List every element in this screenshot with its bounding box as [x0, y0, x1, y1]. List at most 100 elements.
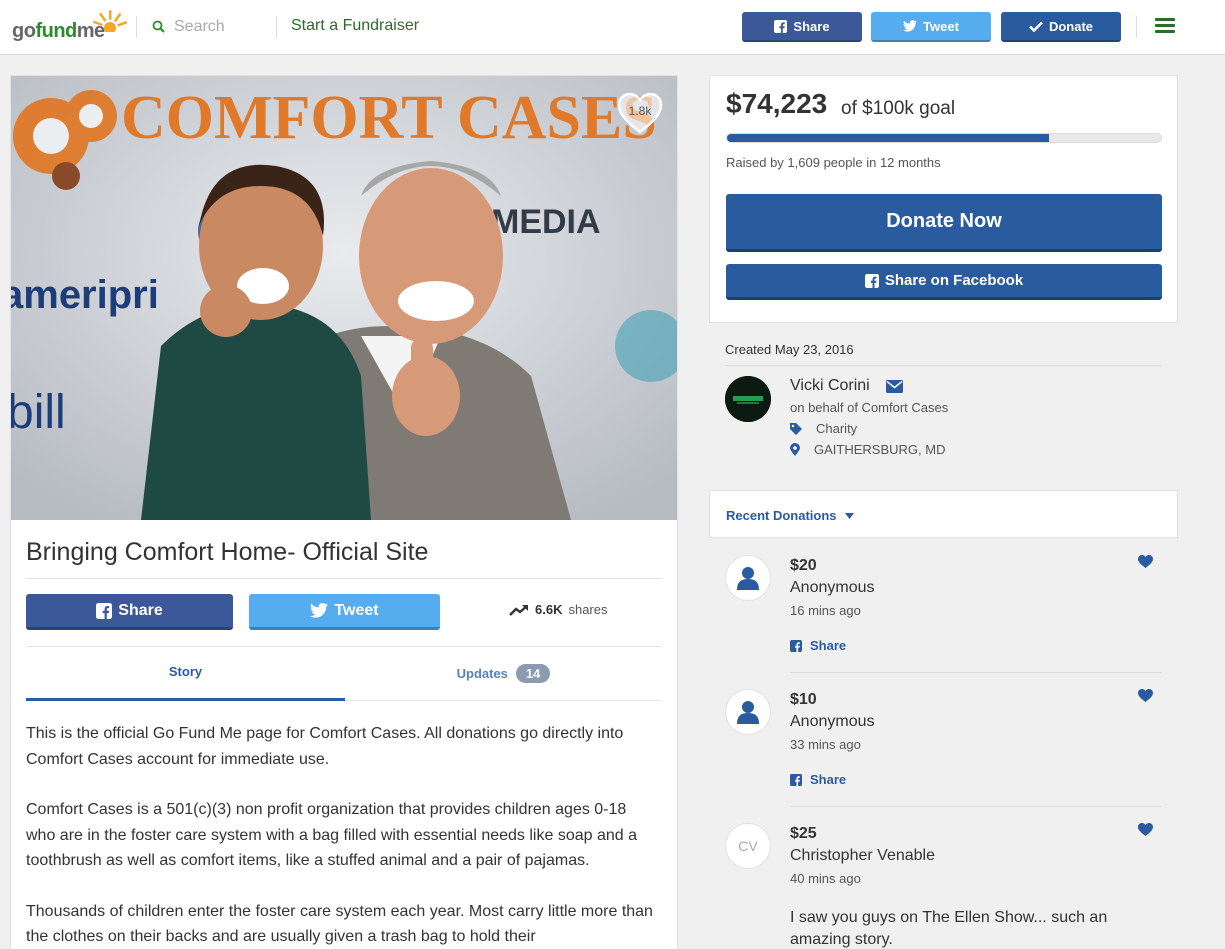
- header-donate-label: Donate: [1048, 18, 1094, 34]
- heart-icon[interactable]: [1138, 823, 1153, 836]
- search-box[interactable]: [150, 14, 274, 40]
- donation-amount: $25: [790, 825, 817, 842]
- user-icon: [737, 567, 759, 590]
- story-body: This is the official Go Fund Me page for…: [26, 721, 656, 949]
- location-label: GAITHERSBURG, MD: [814, 442, 946, 457]
- hamburger-menu-icon[interactable]: [1155, 18, 1175, 34]
- category-row: Charity: [790, 421, 857, 436]
- divider: [276, 16, 277, 38]
- donor-name: Anonymous: [790, 713, 875, 730]
- organizer-avatar[interactable]: [725, 376, 771, 422]
- favorite-heart-button[interactable]: 1.8k: [617, 92, 663, 134]
- shares-word: shares: [568, 602, 608, 617]
- donation-share-label: Share: [810, 772, 847, 787]
- divider: [136, 16, 137, 38]
- donation-share-link[interactable]: Share: [790, 638, 846, 653]
- story-paragraph: This is the official Go Fund Me page for…: [26, 725, 624, 768]
- envelope-icon[interactable]: [885, 379, 903, 393]
- banner-word-bill: bill: [11, 386, 66, 439]
- banner-word-comfort: COMFORT CASES: [121, 84, 657, 152]
- facebook-icon: [96, 602, 113, 619]
- tag-icon: [790, 422, 802, 435]
- divider: [790, 672, 1161, 673]
- progress-fill: [727, 134, 1050, 142]
- heart-icon[interactable]: [1138, 689, 1153, 702]
- progress-bar: [726, 133, 1162, 143]
- divider: [1136, 16, 1137, 38]
- divider: [26, 646, 662, 647]
- heart-icon[interactable]: [1138, 555, 1153, 568]
- twitter-icon: [903, 20, 918, 32]
- recent-donations-dropdown[interactable]: Recent Donations: [726, 508, 854, 523]
- donor-name: Anonymous: [790, 579, 875, 596]
- facebook-share-button[interactable]: Share: [26, 594, 233, 630]
- organizer-name[interactable]: Vicki Corini: [790, 377, 870, 395]
- on-behalf-of: on behalf of Comfort Cases: [790, 400, 949, 415]
- donation-message: I saw you guys on The Ellen Show... such…: [790, 909, 1108, 948]
- checkmark-icon: [1029, 21, 1043, 32]
- header-share-button[interactable]: Share: [742, 12, 862, 42]
- location-row: GAITHERSBURG, MD: [790, 442, 945, 457]
- story-paragraph: Comfort Cases is a 501(c)(3) non profit …: [26, 801, 637, 869]
- share-on-facebook-label: Share on Facebook: [884, 272, 1024, 289]
- facebook-icon: [774, 19, 788, 33]
- donation-amount: $10: [790, 691, 817, 708]
- divider: [790, 806, 1161, 807]
- heart-count: 1.8k: [628, 104, 652, 118]
- header-share-label: Share: [793, 18, 830, 34]
- donation-amount: $20: [790, 557, 817, 574]
- updates-count-badge: 14: [515, 664, 551, 683]
- tab-story[interactable]: Story: [26, 664, 345, 679]
- anonymous-avatar: [725, 689, 771, 735]
- divider: [725, 365, 1161, 366]
- goal-text: of $100k goal: [841, 98, 956, 119]
- search-icon: [152, 20, 165, 33]
- donate-now-button[interactable]: Donate Now: [726, 194, 1162, 252]
- map-marker-icon: [790, 443, 800, 456]
- tab-updates[interactable]: Updates 14: [345, 664, 662, 683]
- shares-count: 6.6K: [535, 602, 563, 617]
- header-donate-button[interactable]: Donate: [1001, 12, 1121, 42]
- top-header: gofundme Start a Fundraiser Share Tweet …: [0, 0, 1225, 55]
- banner-word-media: MEDIA: [491, 203, 601, 241]
- donation-share-link[interactable]: Share: [790, 772, 846, 787]
- anonymous-avatar: [725, 555, 771, 601]
- recent-donations-label: Recent Donations: [726, 508, 837, 523]
- twitter-icon: [310, 603, 329, 618]
- campaign-main: COMFORT CASES MEDIA ameripri bill 1.8k B…: [10, 75, 678, 949]
- facebook-icon: [864, 273, 879, 288]
- divider: [26, 578, 662, 579]
- raised-amount: $74,223: [726, 88, 828, 119]
- donation-time: 33 mins ago: [790, 737, 861, 752]
- logo-text: gofundme: [12, 20, 105, 42]
- banner-word-ameripri: ameripri: [11, 273, 159, 317]
- start-fundraiser-link[interactable]: Start a Fundraiser: [291, 17, 419, 35]
- raised-by-text: Raised by 1,609 people in 12 months: [726, 155, 941, 170]
- search-input[interactable]: [174, 14, 274, 40]
- funding-card: $74,223 of $100k goal Raised by 1,609 pe…: [709, 75, 1178, 323]
- story-paragraph: Thousands of children enter the foster c…: [26, 902, 653, 946]
- organizer-name-row: Vicki Corini: [790, 377, 903, 395]
- category-label[interactable]: Charity: [816, 421, 857, 436]
- header-tweet-label: Tweet: [923, 18, 959, 34]
- donation-time: 40 mins ago: [790, 871, 861, 886]
- header-tweet-button[interactable]: Tweet: [871, 12, 991, 42]
- donor-initials-avatar: CV: [725, 823, 771, 869]
- tab-updates-label: Updates: [456, 666, 508, 681]
- caret-down-icon: [844, 512, 854, 519]
- campaign-title: Bringing Comfort Home- Official Site: [26, 538, 429, 566]
- donation-time: 16 mins ago: [790, 603, 861, 618]
- donation-share-label: Share: [810, 638, 847, 653]
- organizer-avatar-image: [725, 376, 771, 422]
- tweet-button[interactable]: Tweet: [249, 594, 440, 630]
- user-icon: [737, 701, 759, 724]
- campaign-photo: COMFORT CASES MEDIA ameripri bill 1.8k: [11, 76, 677, 520]
- facebook-icon: [790, 639, 802, 652]
- tweet-label: Tweet: [334, 601, 379, 619]
- share-on-facebook-button[interactable]: Share on Facebook: [726, 264, 1162, 300]
- campaign-photo-art: COMFORT CASES MEDIA ameripri bill: [11, 76, 677, 520]
- active-tab-indicator: [26, 698, 345, 701]
- recent-donations-header[interactable]: Recent Donations: [709, 490, 1178, 538]
- gofundme-logo[interactable]: gofundme: [12, 8, 128, 44]
- donor-name: Christopher Venable: [790, 847, 935, 864]
